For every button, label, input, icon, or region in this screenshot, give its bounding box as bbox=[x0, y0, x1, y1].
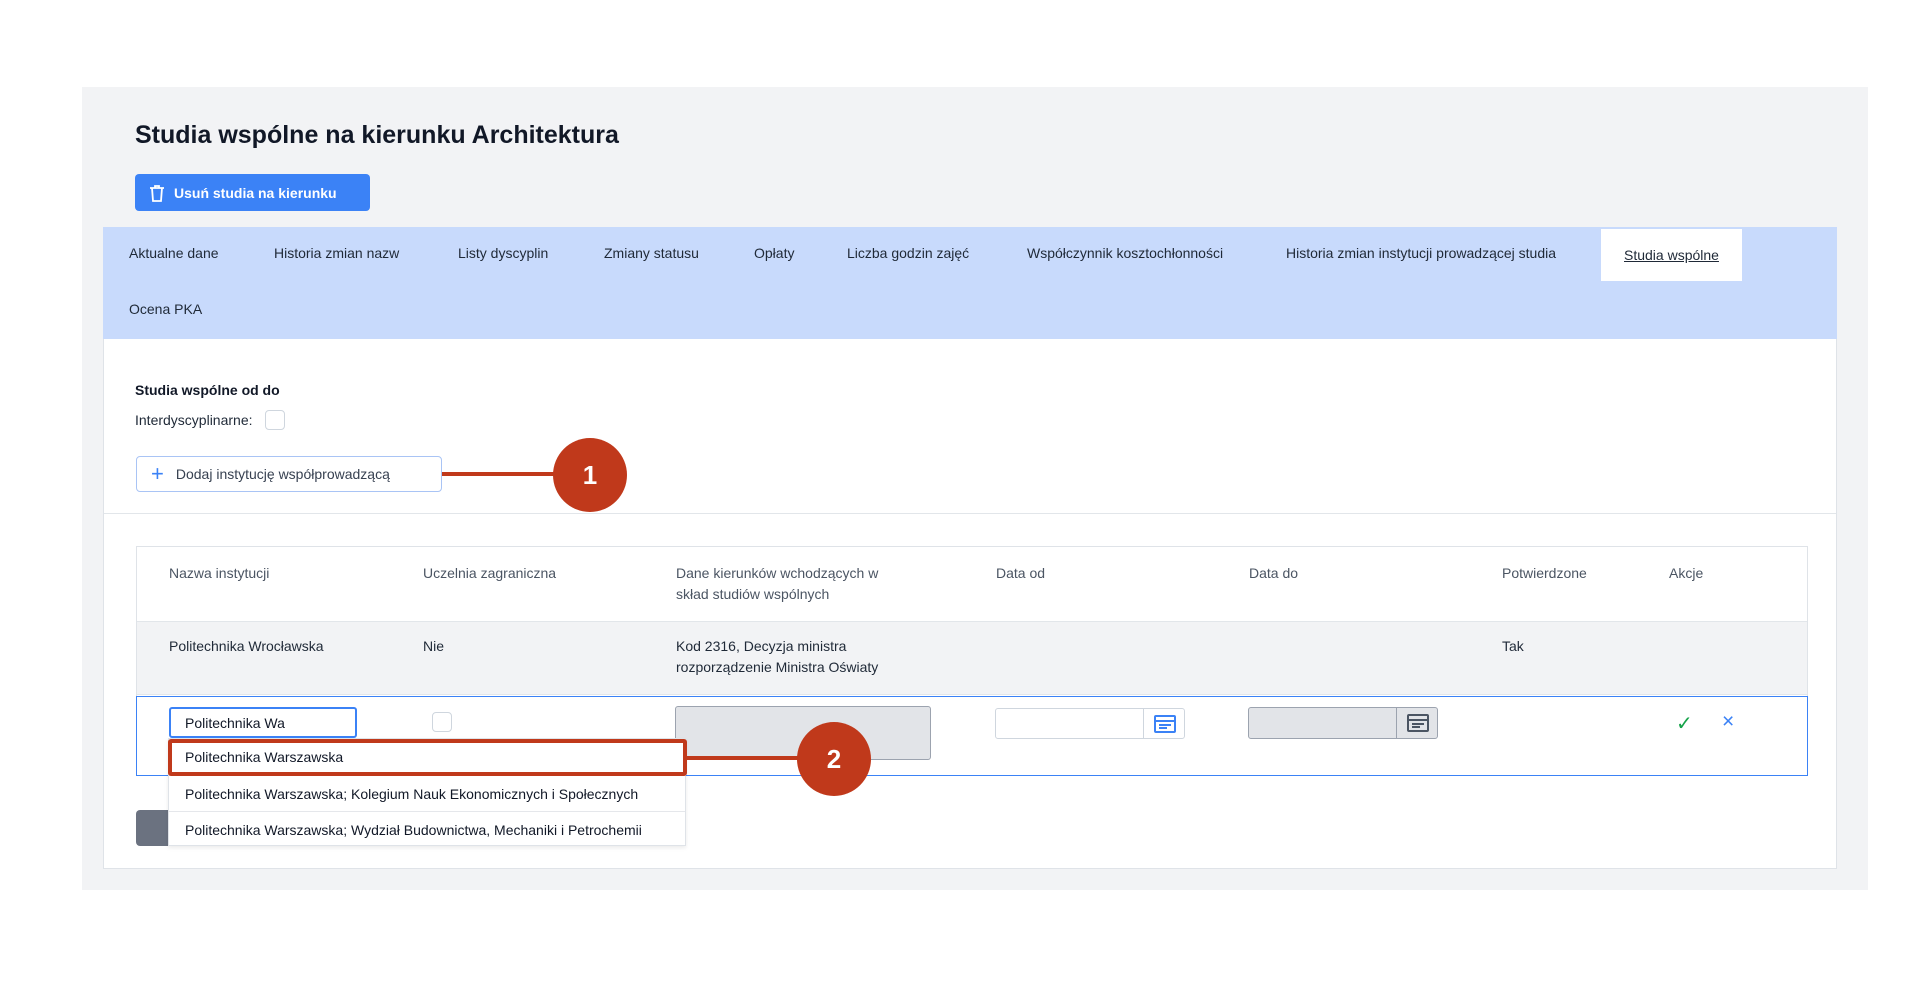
date-from-calendar-button[interactable] bbox=[1143, 708, 1185, 739]
delete-studies-button[interactable]: Usuń studia na kierunku bbox=[135, 174, 370, 211]
tab-historia-zmian-nazw[interactable]: Historia zmian nazw bbox=[274, 227, 399, 279]
header-dane-line2: skład studiów wspólnych bbox=[676, 586, 830, 602]
close-icon[interactable]: × bbox=[1722, 710, 1734, 734]
date-to-calendar-button bbox=[1396, 707, 1438, 739]
tab-oplaty[interactable]: Opłaty bbox=[754, 227, 794, 279]
row-dane-line2: rozporządzenie Ministra Oświaty bbox=[676, 659, 879, 675]
tab-listy-dyscyplin[interactable]: Listy dyscyplin bbox=[458, 227, 548, 279]
row-foreign: Nie bbox=[423, 638, 445, 654]
row-name: Politechnika Wrocławska bbox=[169, 638, 324, 654]
check-icon[interactable]: ✓ bbox=[1676, 711, 1693, 736]
tab-wspolczynnik-kosztochlonnosci[interactable]: Współczynnik kosztochłonności bbox=[1027, 227, 1223, 279]
row-dane-line1: Kod 2316, Decyzja ministra bbox=[676, 638, 847, 654]
callout-badge-2: 2 bbox=[797, 722, 871, 796]
tab-zmiany-statusu[interactable]: Zmiany statusu bbox=[604, 227, 699, 279]
calendar-icon bbox=[1406, 714, 1429, 732]
add-institution-button[interactable]: + Dodaj instytucję współprowadzącą bbox=[136, 456, 442, 492]
tab-ocena-pka[interactable]: Ocena PKA bbox=[129, 283, 202, 335]
header-actions: Akcje bbox=[1669, 565, 1704, 581]
callout-line-2 bbox=[687, 756, 803, 760]
header-foreign: Uczelnia zagraniczna bbox=[423, 565, 557, 581]
header-date-to: Data do bbox=[1249, 565, 1299, 581]
row-confirmed: Tak bbox=[1502, 638, 1524, 654]
section-divider bbox=[104, 513, 1836, 514]
trash-icon bbox=[150, 184, 164, 202]
header-confirmed: Potwierdzone bbox=[1502, 565, 1587, 581]
header-name: Nazwa instytucji bbox=[169, 565, 270, 581]
institution-name-input[interactable] bbox=[169, 707, 357, 738]
partially-hidden-button[interactable] bbox=[136, 810, 172, 846]
add-institution-label: Dodaj instytucję współprowadzącą bbox=[175, 466, 390, 482]
section-label: Studia wspólne od do bbox=[135, 382, 280, 398]
delete-studies-label: Usuń studia na kierunku bbox=[174, 184, 337, 201]
interdisciplinary-row: Interdyscyplinarne: bbox=[135, 410, 285, 430]
callout-badge-1: 1 bbox=[553, 438, 627, 512]
tab-liczba-godzin-zajec[interactable]: Liczba godzin zajęć bbox=[847, 227, 969, 279]
tab-aktualne-dane[interactable]: Aktualne dane bbox=[129, 227, 219, 279]
plus-icon: + bbox=[151, 461, 164, 486]
highlight-box bbox=[168, 739, 687, 776]
dropdown-option[interactable]: Politechnika Warszawska; Kolegium Nauk E… bbox=[169, 775, 685, 811]
tab-bar: Aktualne dane Historia zmian nazw Listy … bbox=[103, 227, 1837, 339]
table-row bbox=[137, 621, 1807, 695]
header-dane-line1: Dane kierunków wchodzących w bbox=[676, 565, 879, 581]
header-date-from: Data od bbox=[996, 565, 1046, 581]
tab-studia-wspolne[interactable]: Studia wspólne bbox=[1601, 229, 1742, 281]
page-title: Studia wspólne na kierunku Architektura bbox=[135, 121, 619, 149]
interdisciplinary-label: Interdyscyplinarne: bbox=[135, 412, 253, 428]
foreign-university-checkbox[interactable] bbox=[432, 712, 452, 732]
callout-line-1 bbox=[442, 472, 558, 476]
tab-historia-zmian-instytucji[interactable]: Historia zmian instytucji prowadzącej st… bbox=[1286, 227, 1556, 279]
interdisciplinary-checkbox[interactable] bbox=[264, 410, 285, 430]
calendar-icon bbox=[1153, 714, 1176, 733]
dropdown-option[interactable]: Politechnika Warszawska; Wydział Budowni… bbox=[169, 811, 685, 847]
